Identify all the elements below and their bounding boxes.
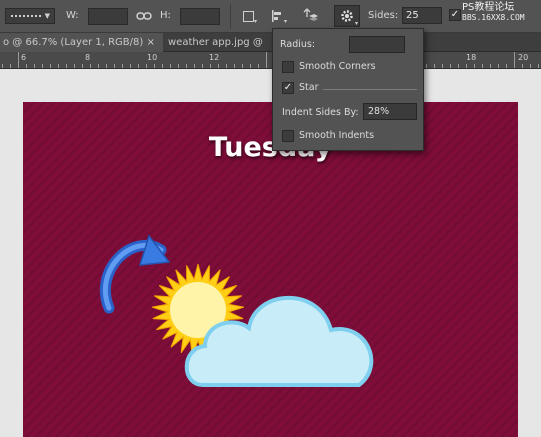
smooth-corners-label: Smooth Corners [299, 61, 376, 72]
path-operations-icon[interactable]: ▾ [238, 7, 258, 25]
ruler-tick [42, 64, 43, 68]
dotted-line-icon [11, 15, 41, 17]
sides-input[interactable]: 25 [402, 7, 442, 24]
align-edges-checkbox[interactable]: ✓ [449, 9, 461, 21]
chevron-down-icon: ▼ [44, 12, 50, 20]
tab-weather-app[interactable]: weather app.jpg @ [168, 33, 263, 52]
smooth-corners-checkbox[interactable] [282, 61, 294, 73]
ruler-label: 12 [209, 53, 220, 62]
ruler-label: 8 [85, 53, 91, 62]
ruler-tick [122, 64, 123, 68]
width-label: W: [66, 10, 79, 21]
gear-settings-icon[interactable]: ▾ [334, 5, 360, 27]
ruler-tick [90, 64, 91, 68]
ruler-tick [450, 64, 451, 68]
ruler-tick [106, 64, 107, 68]
tab-label: weather app.jpg @ [168, 37, 263, 48]
watermark-line-1: PS教程论坛 [462, 2, 515, 13]
polygon-options-popup: Radius: Smooth Corners ✓ Star Indent Sid… [272, 28, 424, 151]
ruler-tick [434, 64, 435, 68]
ruler-tick [170, 64, 171, 68]
ruler-tick [162, 64, 163, 68]
indent-sides-value: 28% [368, 106, 390, 117]
ruler-tick [490, 64, 491, 68]
ruler-tick [234, 64, 235, 68]
ruler-tick [66, 64, 67, 68]
ruler-tick [82, 64, 83, 68]
ruler-tick [18, 52, 19, 68]
ruler-tick [242, 64, 243, 68]
document-tab-bar: o @ 66.7% (Layer 1, RGB/8) × weather app… [0, 33, 541, 52]
ruler-tick [226, 64, 227, 68]
ruler-tick [58, 64, 59, 68]
radius-label: Radius: [280, 39, 316, 50]
ruler-tick [482, 64, 483, 68]
ruler-tick [210, 64, 211, 68]
ruler-tick [146, 64, 147, 68]
ruler-tick [186, 64, 187, 68]
ruler-tick [194, 64, 195, 68]
smooth-indents-checkbox[interactable] [282, 130, 294, 142]
ruler-tick [426, 64, 427, 68]
star-label: Star [299, 82, 319, 93]
horizontal-ruler: 6 8 10 12 14 16 18 20 [0, 52, 541, 69]
ruler-tick [530, 64, 531, 68]
sides-label: Sides: [368, 10, 399, 21]
ruler-tick [178, 64, 179, 68]
ruler-label: 10 [147, 53, 158, 62]
ruler-tick [266, 52, 267, 68]
ruler-tick [50, 64, 51, 68]
link-dimensions-icon[interactable] [136, 9, 152, 23]
ruler-tick [258, 64, 259, 68]
ruler-label: 18 [466, 53, 477, 62]
height-input[interactable] [180, 8, 220, 25]
ruler-tick [154, 64, 155, 68]
ruler-tick [130, 64, 131, 68]
ruler-tick [498, 64, 499, 68]
watermark-line-2: BBS.16XX8.COM [462, 13, 525, 22]
radius-input[interactable] [349, 36, 405, 53]
watermark: PS教程论坛 BBS.16XX8.COM [462, 3, 525, 23]
ruler-tick [202, 64, 203, 68]
ruler-label: 6 [21, 53, 27, 62]
tab-layer1-document[interactable]: o @ 66.7% (Layer 1, RGB/8) × [0, 33, 163, 52]
star-group-divider [323, 89, 417, 90]
ruler-tick [506, 64, 507, 68]
ruler-tick [26, 64, 27, 68]
ruler-tick [474, 64, 475, 68]
ruler-tick [98, 64, 99, 68]
height-label: H: [160, 10, 171, 21]
ruler-tick [218, 64, 219, 68]
day-title: Tuesday [208, 132, 333, 163]
workspace: Tuesday [0, 69, 541, 437]
width-input[interactable] [88, 8, 128, 25]
ruler-tick [2, 64, 3, 68]
path-arrangement-icon[interactable] [299, 7, 321, 25]
tab-close-icon[interactable]: × [147, 33, 155, 52]
ruler-tick [138, 64, 139, 68]
sides-value: 25 [406, 10, 419, 21]
smooth-indents-label: Smooth Indents [299, 130, 375, 141]
ruler-tick [514, 52, 515, 68]
ruler-tick [250, 64, 251, 68]
star-checkbox[interactable]: ✓ [282, 82, 294, 94]
ruler-tick [466, 64, 467, 68]
indent-sides-label: Indent Sides By: [282, 107, 359, 118]
ruler-label: 20 [518, 53, 529, 62]
path-alignment-icon[interactable]: ▾ [268, 7, 288, 25]
ruler-tick [458, 64, 459, 68]
ruler-tick [538, 64, 539, 68]
tab-label: o @ 66.7% (Layer 1, RGB/8) [3, 37, 144, 48]
ruler-tick [10, 64, 11, 68]
ruler-tick [34, 64, 35, 68]
ruler-tick [114, 64, 115, 68]
options-bar: ▼ W: H: ▾ ▾ ▾ Sides: 25 ✓ PS教程论坛 BBS.16X… [0, 0, 541, 33]
indent-sides-input[interactable]: 28% [363, 103, 417, 120]
stroke-style-dropdown[interactable]: ▼ [5, 8, 55, 24]
ruler-tick [522, 64, 523, 68]
ruler-tick [442, 64, 443, 68]
ruler-tick [74, 64, 75, 68]
